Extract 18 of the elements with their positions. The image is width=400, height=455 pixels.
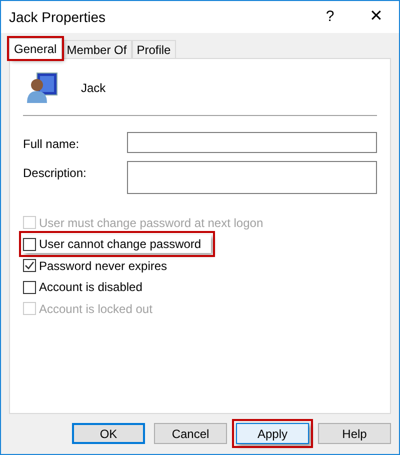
- checkbox-option[interactable]: Account is disabled: [23, 278, 142, 296]
- user-name: Jack: [81, 80, 106, 97]
- dialog-button[interactable]: Cancel: [154, 423, 227, 444]
- close-button[interactable]: ✕: [353, 1, 399, 33]
- dialog-button[interactable]: Help: [318, 423, 391, 444]
- window-title: Jack Properties: [9, 8, 106, 27]
- full-name-field[interactable]: [127, 132, 377, 153]
- tab[interactable]: Profile: [132, 40, 176, 59]
- user-computer-icon: [25, 71, 59, 105]
- tab[interactable]: Member Of: [62, 40, 132, 59]
- tab[interactable]: General: [9, 38, 62, 59]
- description-field[interactable]: [127, 161, 377, 194]
- field-label: Description:: [23, 165, 88, 182]
- help-button[interactable]: ?: [307, 1, 353, 33]
- dialog-button[interactable]: OK: [72, 423, 145, 444]
- checkmark-icon: [24, 260, 35, 272]
- field-label: Full name:: [23, 136, 80, 153]
- checkbox-option[interactable]: Password never expires: [23, 256, 168, 275]
